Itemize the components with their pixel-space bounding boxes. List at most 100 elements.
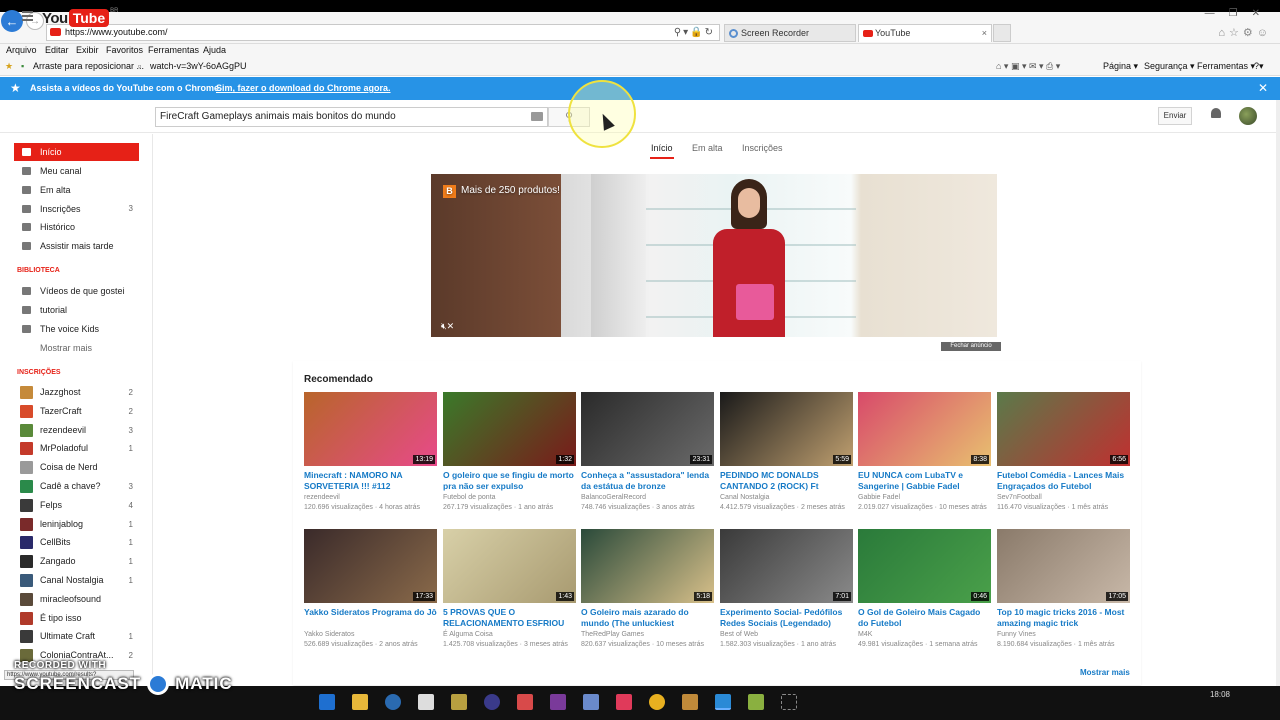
youtube-logo[interactable]: You Tube BR bbox=[42, 8, 118, 28]
app-icon[interactable] bbox=[682, 694, 698, 710]
video-channel[interactable]: Funny Vines bbox=[997, 630, 1130, 640]
video-title[interactable]: Experimento Social- Pedófilos Redes Soci… bbox=[720, 607, 853, 629]
video-card[interactable]: 8:38 EU NUNCA com LubaTV e Sangerine | Ga… bbox=[858, 392, 991, 513]
steam-icon[interactable] bbox=[484, 694, 500, 710]
video-thumbnail[interactable]: 6:56 bbox=[997, 392, 1130, 466]
video-card[interactable]: 5:18 O Goleiro mais azarado do mundo (The… bbox=[581, 529, 714, 650]
avatar[interactable] bbox=[1239, 107, 1257, 125]
video-title[interactable]: O Goleiro mais azarado do mundo (The unl… bbox=[581, 607, 714, 629]
promo-download-link[interactable]: Sim, fazer o download do Chrome agora. bbox=[216, 83, 391, 93]
favorites-star-icon[interactable]: ★ bbox=[5, 61, 13, 72]
subscription-item[interactable]: Jazzghost 2 bbox=[14, 383, 139, 402]
ad-video[interactable]: B Mais de 250 produtos! 🔇︎✕ bbox=[431, 174, 997, 337]
command-ferramentas[interactable]: Ferramentas ▾ bbox=[1197, 61, 1255, 72]
search-input[interactable]: FireCraft Gameplays animais mais bonitos… bbox=[155, 107, 548, 127]
tab-inscricoes[interactable]: Inscrições bbox=[742, 143, 783, 153]
video-thumbnail[interactable]: 7:01 bbox=[720, 529, 853, 603]
video-card[interactable]: 5:59 PEDINDO MC DONALDS CANTANDO 2 (ROCK)… bbox=[720, 392, 853, 513]
subscription-item[interactable]: É tipo isso bbox=[14, 609, 139, 628]
back-button[interactable]: ← bbox=[1, 10, 23, 32]
sidebar-item-4[interactable]: Histórico bbox=[14, 218, 139, 236]
app-icon[interactable] bbox=[748, 694, 764, 710]
video-thumbnail[interactable]: 23:31 bbox=[581, 392, 714, 466]
menu-editar[interactable]: Editar bbox=[45, 45, 69, 55]
subscription-item[interactable]: TazerCraft 2 bbox=[14, 402, 139, 421]
video-thumbnail[interactable]: 0:46 bbox=[858, 529, 991, 603]
subscription-item[interactable]: MrPoladoful 1 bbox=[14, 439, 139, 458]
subscription-item[interactable]: Zangado 1 bbox=[14, 552, 139, 571]
ie-icon[interactable] bbox=[385, 694, 401, 710]
close-icon[interactable]: ✕ bbox=[1258, 81, 1268, 95]
library-show-more[interactable]: Mostrar mais bbox=[40, 343, 92, 353]
store-icon[interactable] bbox=[418, 694, 434, 710]
video-thumbnail[interactable]: 5:18 bbox=[581, 529, 714, 603]
subscription-item[interactable]: Cadê a chave? 3 bbox=[14, 477, 139, 496]
video-title[interactable]: EU NUNCA com LubaTV e Sangerine | Gabbie… bbox=[858, 470, 991, 492]
home-star-gear-icon[interactable]: ⌂☆⚙☺ bbox=[1218, 26, 1272, 39]
show-more-button[interactable]: Mostrar mais bbox=[1080, 668, 1130, 677]
app-icon[interactable] bbox=[550, 694, 566, 710]
app-icon[interactable] bbox=[616, 694, 632, 710]
menu-exibir[interactable]: Exibir bbox=[76, 45, 99, 55]
close-ad-button[interactable]: Fechar anúncio bbox=[941, 342, 1001, 351]
favorite-link-drag[interactable]: Arraste para reposicionar ... bbox=[33, 61, 144, 71]
video-card[interactable]: 17:33 Yakko Sideratos Programa do Jô Yakko… bbox=[304, 529, 437, 650]
video-title[interactable]: PEDINDO MC DONALDS CANTANDO 2 (ROCK) Ft bbox=[720, 470, 853, 492]
video-thumbnail[interactable]: 1:32 bbox=[443, 392, 576, 466]
video-title[interactable]: Minecraft : NAMORO NA SORVETERIA !!! #11… bbox=[304, 470, 437, 492]
video-thumbnail[interactable]: 13:19 bbox=[304, 392, 437, 466]
video-channel[interactable]: Futebol de ponta bbox=[443, 493, 576, 503]
library-item[interactable]: tutorial bbox=[14, 301, 139, 319]
minecraft-icon[interactable] bbox=[451, 694, 467, 710]
video-title[interactable]: Yakko Sideratos Programa do Jô bbox=[304, 607, 437, 629]
video-channel[interactable]: rezendeevil bbox=[304, 493, 437, 503]
upload-button[interactable]: Enviar bbox=[1158, 107, 1192, 125]
video-card[interactable]: 13:19 Minecraft : NAMORO NA SORVETERIA !!… bbox=[304, 392, 437, 513]
video-card[interactable]: 1:43 5 PROVAS QUE O RELACIONAMENTO ESFRIO… bbox=[443, 529, 576, 650]
help-icon[interactable]: ?▾ bbox=[1254, 61, 1264, 72]
app-icon[interactable] bbox=[517, 694, 533, 710]
sidebar-item-2[interactable]: Em alta bbox=[14, 181, 139, 199]
video-channel[interactable]: Canal Nostalgia bbox=[720, 493, 853, 503]
library-item[interactable]: The voice Kids bbox=[14, 320, 139, 338]
close-tab-icon[interactable]: × bbox=[982, 25, 987, 42]
menu-favoritos[interactable]: Favoritos bbox=[106, 45, 143, 55]
chrome-icon[interactable] bbox=[649, 694, 665, 710]
subscription-item[interactable]: Felps 4 bbox=[14, 496, 139, 515]
video-channel[interactable]: BalancoGeralRecord bbox=[581, 493, 714, 503]
video-title[interactable]: O Gol de Goleiro Mais Cagado do Futebol bbox=[858, 607, 991, 629]
video-card[interactable]: 6:56 Futebol Comédia - Lances Mais Engraç… bbox=[997, 392, 1130, 513]
scrollbar[interactable] bbox=[1276, 100, 1280, 686]
menu-icon[interactable] bbox=[22, 11, 33, 23]
new-tab-button[interactable] bbox=[993, 24, 1011, 42]
app-icon[interactable] bbox=[583, 694, 599, 710]
sidebar-item-1[interactable]: Meu canal bbox=[14, 162, 139, 180]
tab-em-alta[interactable]: Em alta bbox=[692, 143, 723, 153]
video-title[interactable]: Futebol Comédia - Lances Mais Engraçados… bbox=[997, 470, 1130, 492]
subscription-item[interactable]: Ultimate Craft 1 bbox=[14, 627, 139, 646]
video-title[interactable]: Top 10 magic tricks 2016 - Most amazing … bbox=[997, 607, 1130, 629]
video-thumbnail[interactable]: 5:59 bbox=[720, 392, 853, 466]
ie-active-icon[interactable] bbox=[715, 694, 731, 710]
video-channel[interactable]: M4K bbox=[858, 630, 991, 640]
command-seguranca[interactable]: Segurança ▾ bbox=[1144, 61, 1195, 72]
video-card[interactable]: 7:01 Experimento Social- Pedófilos Redes … bbox=[720, 529, 853, 650]
subscription-item[interactable]: miracleofsound bbox=[14, 590, 139, 609]
menu-ajuda[interactable]: Ajuda bbox=[203, 45, 226, 55]
sidebar-item-5[interactable]: Assistir mais tarde bbox=[14, 237, 139, 255]
tab-screen-recorder[interactable]: Screen Recorder bbox=[724, 24, 856, 42]
video-thumbnail[interactable]: 1:43 bbox=[443, 529, 576, 603]
video-title[interactable]: Conheça a "assustadora" lenda da estátua… bbox=[581, 470, 714, 492]
keyboard-icon[interactable] bbox=[531, 112, 543, 121]
video-thumbnail[interactable]: 17:05 bbox=[997, 529, 1130, 603]
ad-label[interactable]: B Mais de 250 produtos! bbox=[443, 185, 560, 198]
address-tools-icon[interactable]: ⚲▾🔒↻ bbox=[674, 25, 715, 40]
menu-arquivo[interactable]: Arquivo bbox=[6, 45, 37, 55]
video-card[interactable]: 1:32 O goleiro que se fingiu de morto pra… bbox=[443, 392, 576, 513]
notifications-bell-icon[interactable] bbox=[1210, 108, 1222, 122]
subscription-item[interactable]: CellBits 1 bbox=[14, 533, 139, 552]
video-card[interactable]: 23:31 Conheça a "assustadora" lenda da es… bbox=[581, 392, 714, 513]
recorder-icon[interactable] bbox=[781, 694, 797, 710]
video-channel[interactable]: Best of Web bbox=[720, 630, 853, 640]
video-thumbnail[interactable]: 8:38 bbox=[858, 392, 991, 466]
